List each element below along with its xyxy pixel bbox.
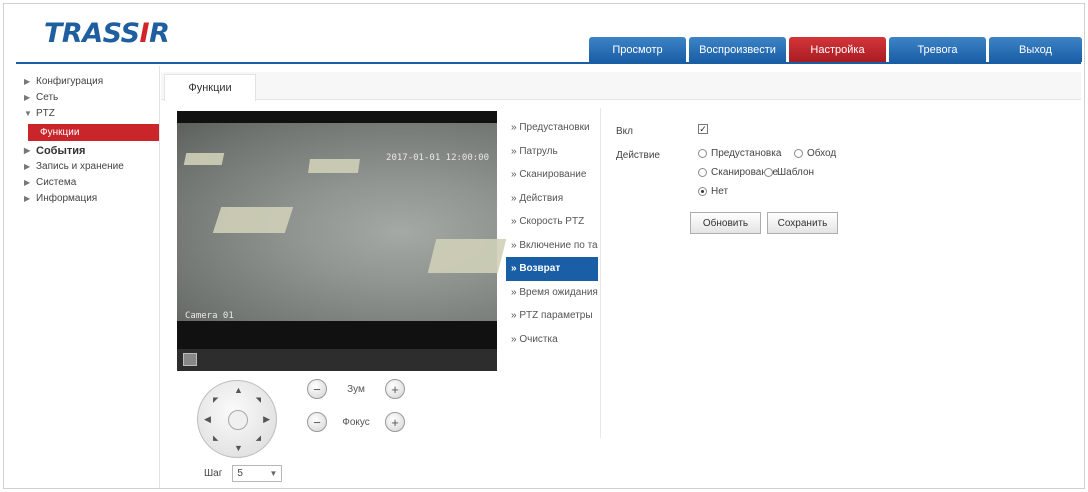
floor-tile bbox=[308, 159, 360, 173]
video-timestamp: 2017-01-01 12:00:00 bbox=[386, 153, 489, 163]
chevron-right-icon: ▶ bbox=[24, 178, 31, 187]
sidebar-item-recording-storage[interactable]: ▶ Запись и хранение bbox=[16, 159, 160, 175]
function-item-presets[interactable]: » Предустановки bbox=[506, 116, 598, 140]
snapshot-icon[interactable] bbox=[183, 353, 197, 366]
sidebar-item-functions[interactable]: Функции bbox=[28, 124, 160, 141]
video-camera-label: Camera 01 bbox=[185, 311, 234, 321]
radio-button[interactable] bbox=[698, 149, 707, 158]
zoom-label: Зум bbox=[347, 383, 365, 395]
nav-underline bbox=[16, 62, 1081, 64]
chevron-right-icon: ▶ bbox=[24, 146, 31, 155]
ptz-center-button[interactable] bbox=[228, 410, 248, 430]
save-button[interactable]: Сохранить bbox=[767, 212, 838, 234]
ptz-speed-row: Шаг 5 ▼ bbox=[204, 465, 283, 482]
sidebar-item-label: Система bbox=[36, 177, 77, 188]
option-label: Предустановка bbox=[711, 148, 782, 159]
arrow-down-icon[interactable]: ▼ bbox=[234, 443, 243, 453]
function-item-return[interactable]: » Возврат bbox=[506, 257, 598, 281]
enable-label: Вкл bbox=[616, 126, 633, 137]
option-preset[interactable]: Предустановка bbox=[698, 148, 781, 159]
action-label: Действие bbox=[616, 150, 660, 161]
speed-label: Шаг bbox=[204, 468, 223, 479]
sidebar-divider bbox=[159, 66, 160, 488]
function-item-actions[interactable]: » Действия bbox=[506, 187, 598, 211]
enable-checkbox[interactable]: ✓ bbox=[698, 124, 708, 134]
sidebar-item-label: Сеть bbox=[36, 92, 59, 103]
main-nav: Просмотр Воспроизвести Настройка Тревога… bbox=[589, 37, 1082, 62]
video-toolbar bbox=[177, 349, 497, 371]
nav-tab-settings[interactable]: Настройка bbox=[789, 37, 886, 62]
floor-tile bbox=[427, 239, 507, 273]
sidebar-item-label: События bbox=[36, 145, 86, 157]
radio-button[interactable] bbox=[698, 168, 707, 177]
focus-far-button[interactable]: + bbox=[385, 412, 405, 432]
nav-tab-alarm[interactable]: Тревога bbox=[889, 37, 986, 62]
function-item-ptz-speed[interactable]: » Скорость PTZ bbox=[506, 210, 598, 234]
sidebar-item-system[interactable]: ▶ Система bbox=[16, 175, 160, 191]
function-list-divider bbox=[600, 108, 601, 438]
focus-near-button[interactable]: − bbox=[307, 412, 327, 432]
chevron-down-icon: ▼ bbox=[269, 469, 278, 478]
tab-functions[interactable]: Функции bbox=[164, 74, 256, 101]
function-item-scan[interactable]: » Сканирование bbox=[506, 163, 598, 187]
nav-tab-live-view[interactable]: Просмотр bbox=[589, 37, 686, 62]
video-frame: 2017-01-01 12:00:00 Camera 01 bbox=[177, 123, 507, 321]
ptz-function-list: » Предустановки » Патруль » Сканирование… bbox=[506, 116, 598, 351]
sidebar-item-label: Информация bbox=[36, 193, 98, 204]
option-tour[interactable]: Обход bbox=[794, 148, 836, 159]
option-label: Нет bbox=[711, 186, 729, 197]
app-window: TRASSIR Просмотр Воспроизвести Настройка… bbox=[3, 3, 1085, 489]
sidebar-item-information[interactable]: ▶ Информация bbox=[16, 191, 160, 207]
sidebar-item-label: Конфигурация bbox=[36, 76, 104, 87]
floor-tile bbox=[212, 207, 294, 233]
arrow-down-right-icon[interactable]: ◢ bbox=[256, 434, 261, 442]
zoom-control: − Зум + bbox=[307, 379, 405, 399]
floor-tile bbox=[183, 153, 225, 165]
option-label: Шаблон bbox=[777, 167, 815, 178]
arrow-up-left-icon[interactable]: ◤ bbox=[213, 396, 218, 404]
function-item-wait-time[interactable]: » Время ожидания bbox=[506, 281, 598, 305]
speed-select[interactable]: 5 ▼ bbox=[232, 465, 283, 482]
arrow-down-left-icon[interactable]: ◣ bbox=[213, 434, 218, 442]
sidebar-item-label: PTZ bbox=[36, 108, 55, 119]
speed-value: 5 bbox=[237, 468, 243, 479]
sidebar-item-label: Запись и хранение bbox=[36, 161, 124, 172]
sidebar-item-configuration[interactable]: ▶ Конфигурация bbox=[16, 74, 160, 90]
chevron-right-icon: ▶ bbox=[24, 93, 31, 102]
nav-tab-logout[interactable]: Выход bbox=[989, 37, 1082, 62]
sidebar-item-network[interactable]: ▶ Сеть bbox=[16, 90, 160, 106]
radio-button[interactable] bbox=[764, 168, 773, 177]
radio-button[interactable] bbox=[794, 149, 803, 158]
sidebar-item-label: Функции bbox=[40, 126, 80, 138]
option-pattern[interactable]: Шаблон bbox=[764, 167, 814, 178]
video-preview[interactable]: 2017-01-01 12:00:00 Camera 01 bbox=[177, 111, 507, 371]
settings-sidebar: ▶ Конфигурация ▶ Сеть ▼ PTZ Функции ▶ Со… bbox=[16, 74, 160, 207]
focus-control: − Фокус + bbox=[307, 412, 405, 432]
nav-tab-playback[interactable]: Воспроизвести bbox=[689, 37, 786, 62]
trassir-logo: TRASSIR bbox=[44, 18, 170, 49]
chevron-right-icon: ▶ bbox=[24, 162, 31, 171]
zoom-in-button[interactable]: + bbox=[385, 379, 405, 399]
sidebar-item-ptz[interactable]: ▼ PTZ bbox=[16, 106, 160, 122]
option-label: Обход bbox=[807, 148, 837, 159]
arrow-left-icon[interactable]: ◀ bbox=[204, 414, 211, 425]
focus-label: Фокус bbox=[342, 416, 370, 428]
arrow-right-icon[interactable]: ▶ bbox=[263, 414, 270, 425]
function-item-timer-enable[interactable]: » Включение по таймеру bbox=[506, 234, 598, 258]
chevron-right-icon: ▶ bbox=[24, 194, 31, 203]
function-item-clear[interactable]: » Очистка bbox=[506, 328, 598, 352]
function-item-patrol[interactable]: » Патруль bbox=[506, 140, 598, 164]
zoom-out-button[interactable]: − bbox=[307, 379, 327, 399]
refresh-button[interactable]: Обновить bbox=[690, 212, 761, 234]
chevron-right-icon: ▶ bbox=[24, 77, 31, 86]
sidebar-item-events[interactable]: ▶ События bbox=[16, 143, 160, 159]
radio-button[interactable] bbox=[698, 187, 707, 196]
chevron-down-icon: ▼ bbox=[24, 109, 32, 118]
arrow-up-icon[interactable]: ▲ bbox=[234, 385, 243, 395]
ptz-direction-pad[interactable]: ▲ ▼ ◀ ▶ ◤ ◥ ◣ ◢ bbox=[197, 380, 277, 458]
arrow-up-right-icon[interactable]: ◥ bbox=[256, 396, 261, 404]
function-item-ptz-parameters[interactable]: » PTZ параметры bbox=[506, 304, 598, 328]
subtab-bar: Функции bbox=[161, 72, 1081, 101]
option-none[interactable]: Нет bbox=[698, 186, 728, 197]
